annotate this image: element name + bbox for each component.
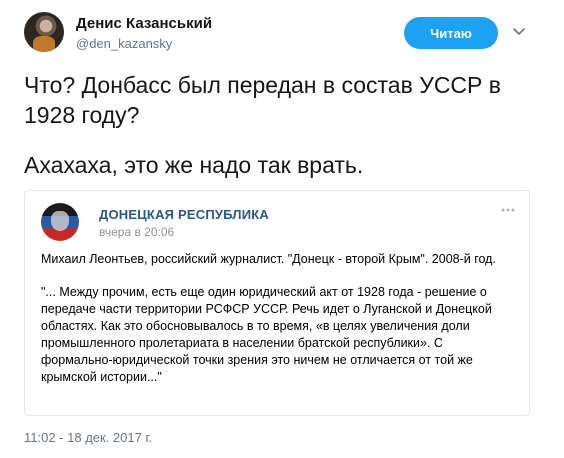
chevron-down-icon[interactable] (512, 24, 526, 38)
tweet-line-2: Ахахаха, это же надо так врать. (24, 152, 364, 178)
follow-button[interactable]: Читаю (404, 17, 498, 49)
quoted-post-card[interactable]: ДОНЕЦКАЯ РЕСПУБЛИКА вчера в 20:06 Михаил… (24, 190, 530, 416)
post-body: Михаил Леонтьев, российский журналист. "… (41, 251, 517, 386)
post-time[interactable]: вчера в 20:06 (99, 225, 174, 239)
post-paragraph-2: "... Между прочим, есть еще один юридиче… (41, 285, 492, 384)
author-avatar[interactable] (24, 12, 64, 52)
tweet-timestamp[interactable]: 11:02 - 18 дек. 2017 г. (24, 430, 152, 445)
group-name[interactable]: ДОНЕЦКАЯ РЕСПУБЛИКА (99, 207, 269, 222)
author-handle[interactable]: @den_kazansky (76, 36, 172, 51)
tweet-text: Что? Донбасс был передан в состав УССР в… (24, 70, 544, 180)
more-dots-icon[interactable] (501, 208, 515, 212)
group-avatar[interactable] (41, 203, 79, 241)
author-name[interactable]: Денис Казанський (76, 15, 212, 32)
tweet-line-1: Что? Донбасс был передан в состав УССР в… (24, 72, 501, 128)
post-paragraph-1: Михаил Леонтьев, российский журналист. "… (41, 252, 496, 266)
